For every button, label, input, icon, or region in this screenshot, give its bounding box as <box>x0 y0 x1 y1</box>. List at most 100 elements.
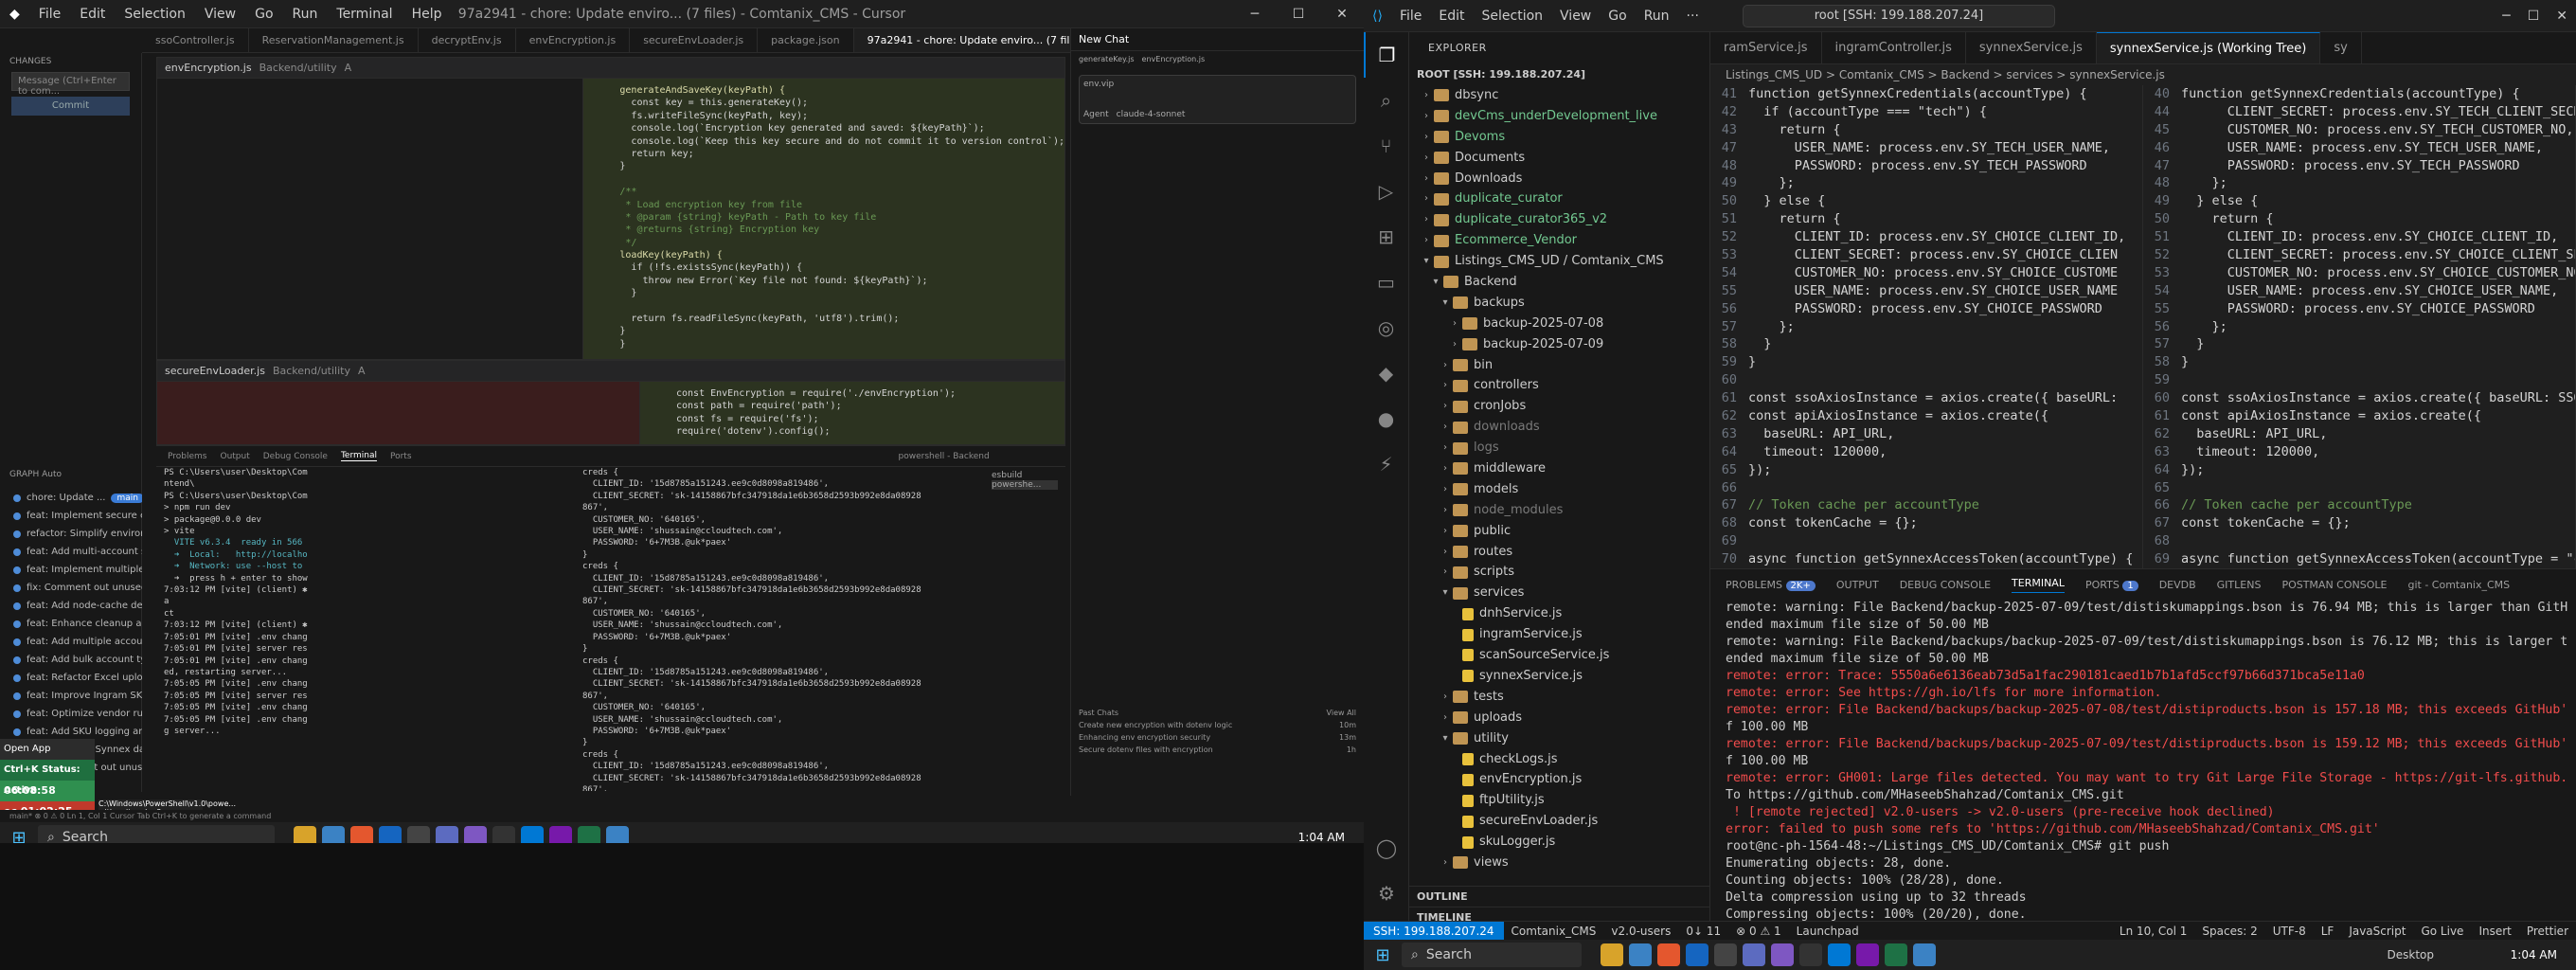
tab-ssocontroller[interactable]: ssoController.js <box>142 28 249 52</box>
tab-decryptenv[interactable]: decryptEnv.js <box>419 28 516 52</box>
chrome-icon[interactable] <box>1913 943 1936 966</box>
menu-edit[interactable]: Edit <box>70 7 115 22</box>
tab-ingramcontroller[interactable]: ingramController.js <box>1822 32 1966 63</box>
vscode-icon[interactable] <box>521 826 544 843</box>
tree-item-folder[interactable]: › node_modules <box>1409 500 1709 521</box>
tree-item-folder[interactable]: › Devoms <box>1409 127 1709 148</box>
app-icon[interactable] <box>1743 943 1765 966</box>
commit-graph-item[interactable]: feat: Optimize vendor rules savi... <box>0 705 142 723</box>
tree-item-file[interactable]: scanSourceService.js <box>1409 645 1709 666</box>
tree-item-folder[interactable]: › devCms_underDevelopment_live <box>1409 106 1709 127</box>
tab-ports[interactable]: Ports <box>390 452 412 461</box>
tree-item-folder[interactable]: › dbsync <box>1409 85 1709 106</box>
tree-item-file[interactable]: dnhService.js <box>1409 603 1709 624</box>
tree-item-folder[interactable]: › bin <box>1409 355 1709 376</box>
commit-graph-item[interactable]: feat: Add bulk account type sett... <box>0 651 142 669</box>
taskbar-search[interactable]: ⌕ Search <box>38 825 275 843</box>
tree-item-folder[interactable]: › routes <box>1409 542 1709 563</box>
commit-graph-item[interactable]: feat: Refactor Excel upload logic... <box>0 669 142 687</box>
commit-button[interactable]: Commit <box>11 97 130 116</box>
tab-package-json[interactable]: package.json <box>758 28 854 52</box>
onenote-icon[interactable] <box>549 826 572 843</box>
tab-output[interactable]: Output <box>220 452 249 461</box>
tab-ramservice[interactable]: ramService.js <box>1710 32 1822 63</box>
outline-section[interactable]: OUTLINE <box>1409 886 1709 907</box>
open-app-button[interactable]: Open App <box>0 739 95 760</box>
tab-postman-console[interactable]: POSTMAN CONSOLE <box>2281 579 2387 591</box>
search-icon[interactable]: ⌕ <box>1364 78 1408 123</box>
desktop-label[interactable]: Desktop <box>2388 948 2435 961</box>
menu-help[interactable]: Help <box>402 7 452 22</box>
file-title[interactable]: envEncryption.js <box>165 62 252 74</box>
tab-commit-diff[interactable]: 97a2941 - chore: Update enviro... (7 fil… <box>853 28 1070 52</box>
firefox-icon[interactable] <box>1657 943 1680 966</box>
tree-item-file[interactable]: ingramService.js <box>1409 624 1709 645</box>
terminal-list-item[interactable]: powershe... <box>992 480 1058 490</box>
tab-terminal[interactable]: TERMINAL <box>2012 577 2065 593</box>
postman-icon[interactable]: ● <box>1364 396 1408 441</box>
tree-item-folder[interactable]: › duplicate_curator <box>1409 189 1709 209</box>
vscode-icon[interactable] <box>1828 943 1851 966</box>
context-chip[interactable]: envEncryption.js <box>1142 55 1206 63</box>
status-encoding[interactable]: UTF-8 <box>2265 925 2314 938</box>
tree-item-folder[interactable]: › models <box>1409 479 1709 500</box>
view-all-link[interactable]: View All <box>1327 709 1356 721</box>
terminal-list-item[interactable]: esbuild <box>992 471 1058 480</box>
menu-terminal[interactable]: Terminal <box>327 7 402 22</box>
firefox-icon[interactable] <box>350 826 373 843</box>
file-explorer-icon[interactable] <box>294 826 316 843</box>
cursor-logo-icon[interactable]: ◆ <box>0 7 29 22</box>
tree-item-folder[interactable]: › uploads <box>1409 708 1709 728</box>
terminal-name[interactable]: git - Comtanix_CMS <box>2407 579 2510 591</box>
chrome-icon[interactable] <box>1629 943 1652 966</box>
tree-item-folder[interactable]: › duplicate_curator365_v2 <box>1409 209 1709 230</box>
commit-graph-item[interactable]: chore: Update ... main <box>0 489 142 507</box>
tree-item-folder[interactable]: › logs <box>1409 438 1709 458</box>
app-icon[interactable] <box>1714 943 1737 966</box>
model-select[interactable]: claude-4-sonnet <box>1117 110 1186 119</box>
tab-sy[interactable]: sy <box>2320 32 2362 63</box>
cursor-icon[interactable] <box>492 826 515 843</box>
tree-item-file[interactable]: envEncryption.js <box>1409 769 1709 790</box>
tab-gitlens[interactable]: GITLENS <box>2217 579 2262 591</box>
tab-debug-console[interactable]: Debug Console <box>263 452 328 461</box>
tree-item-folder[interactable]: ▾ services <box>1409 583 1709 603</box>
diff-editor-envencryption[interactable]: envEncryption.js Backend/utility A gener… <box>156 57 1065 375</box>
status-repo[interactable]: Comtanix_CMS <box>1504 925 1604 938</box>
settings-gear-icon[interactable]: ⚙ <box>1364 871 1409 916</box>
tab-secureenvloader[interactable]: secureEnvLoader.js <box>630 28 759 52</box>
tree-item-file[interactable]: checkLogs.js <box>1409 749 1709 770</box>
file-title[interactable]: secureEnvLoader.js <box>165 365 265 377</box>
agent-mode-button[interactable]: Agent <box>1083 110 1109 119</box>
close-icon[interactable]: ✕ <box>2548 9 2576 24</box>
context-chip[interactable]: generateKey.js <box>1079 55 1135 63</box>
source-control-icon[interactable]: ⑂ <box>1364 123 1408 169</box>
tab-reservation[interactable]: ReservationManagement.js <box>249 28 419 52</box>
menu-file[interactable]: File <box>29 7 70 22</box>
tree-item-file[interactable]: synnexService.js <box>1409 666 1709 687</box>
commit-graph-item[interactable]: feat: Implement multiple random... <box>0 561 142 579</box>
file-explorer-icon[interactable] <box>1601 943 1623 966</box>
close-icon[interactable]: ✕ <box>1320 0 1364 28</box>
diff-editor[interactable]: 41 function getSynnexCredentials(accountT… <box>1710 85 2576 568</box>
more-icon[interactable]: ··· <box>1678 9 1708 24</box>
breadcrumb[interactable]: Listings_CMS_UD > Comtanix_CMS > Backend… <box>1710 64 2576 85</box>
explorer-root[interactable]: ROOT [SSH: 199.188.207.24] <box>1409 64 1709 85</box>
tree-item-folder[interactable]: › Documents <box>1409 148 1709 169</box>
excel-icon[interactable] <box>578 826 600 843</box>
menu-edit[interactable]: Edit <box>1430 9 1473 24</box>
tab-envencryption[interactable]: envEncryption.js <box>516 28 631 52</box>
tab-output[interactable]: OUTPUT <box>1836 579 1879 591</box>
menu-selection[interactable]: Selection <box>1474 9 1552 24</box>
tree-item-folder[interactable]: › controllers <box>1409 375 1709 396</box>
app-icon[interactable] <box>1686 943 1708 966</box>
modified-code[interactable]: 40 function getSynnexCredentials(accountT… <box>2143 85 2576 568</box>
status-eol[interactable]: LF <box>2314 925 2342 938</box>
tree-item-folder[interactable]: › Ecommerce_Vendor <box>1409 230 1709 251</box>
chrome-icon[interactable] <box>322 826 345 843</box>
app-icon[interactable] <box>436 826 458 843</box>
app-icon[interactable] <box>1771 943 1794 966</box>
app-icon[interactable] <box>407 826 430 843</box>
commit-graph-item[interactable]: feat: Add multiple accounts s... <box>0 633 142 651</box>
terminal-output[interactable]: remote: warning: File Backend/backup-202… <box>1726 600 2568 928</box>
